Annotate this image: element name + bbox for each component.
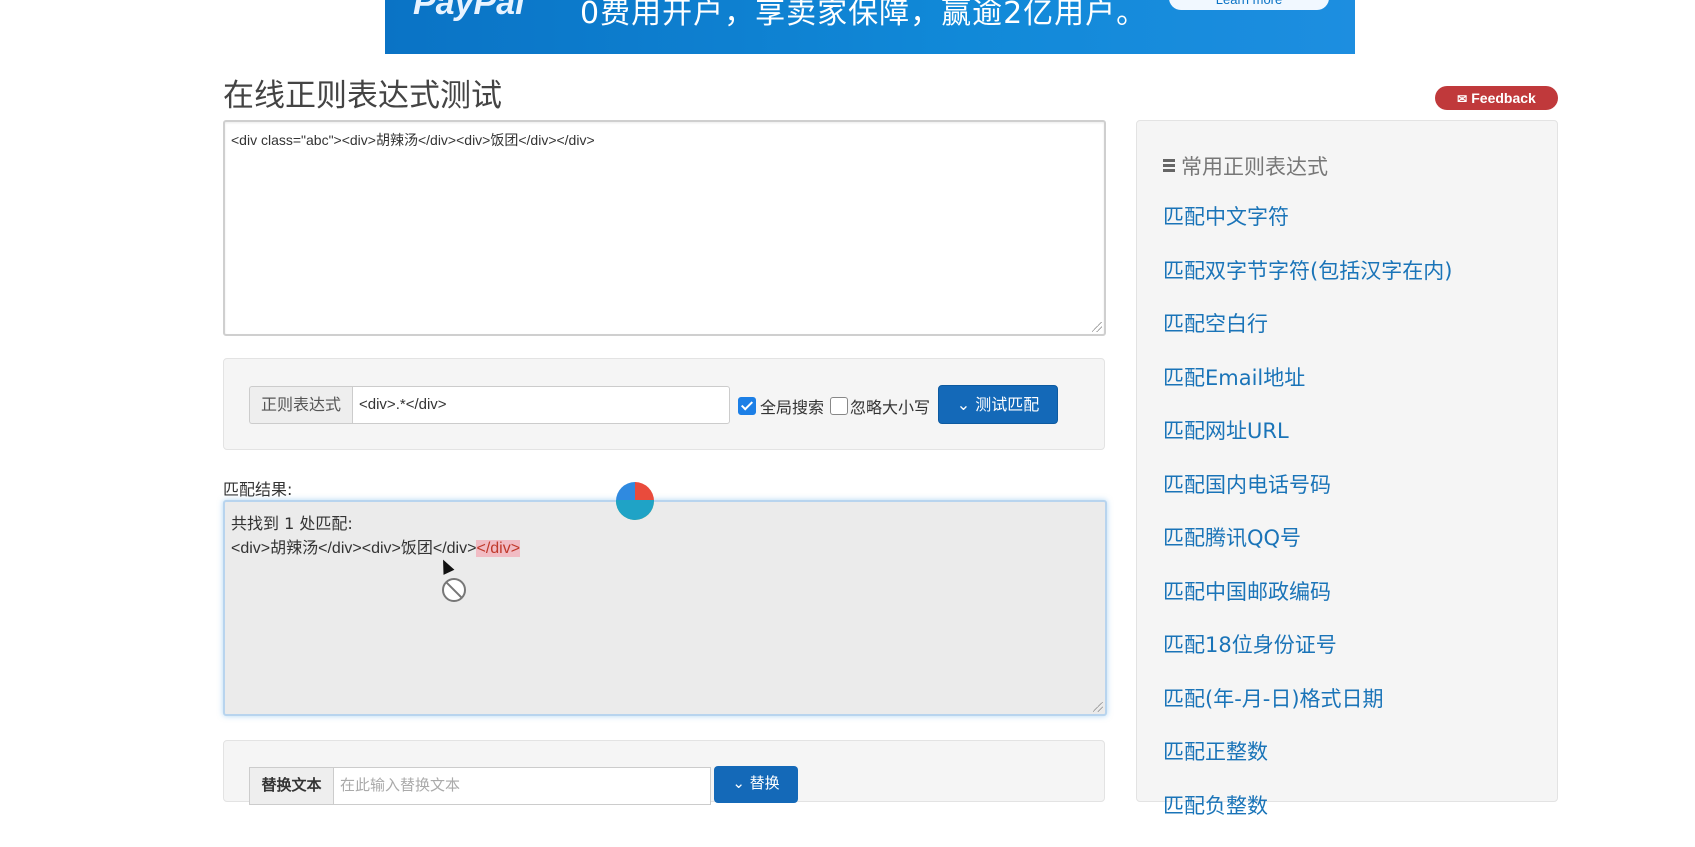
resize-handle[interactable] bbox=[1092, 322, 1102, 332]
ad-banner[interactable]: PayPal 0费用开户，享卖家保障，赢逾2亿用户。 Learn more bbox=[385, 0, 1355, 54]
regex-panel: 正则表达式 <div>.*</div> 全局搜索 忽略大小写 ⌄ 测试匹配 bbox=[223, 358, 1105, 450]
banner-text: 0费用开户，享卖家保障，赢逾2亿用户。 bbox=[580, 0, 1147, 32]
sidebar-item-positive-int[interactable]: 匹配正整数 bbox=[1163, 740, 1452, 794]
sidebar-item-blank-line[interactable]: 匹配空白行 bbox=[1163, 312, 1452, 366]
feedback-label: Feedback bbox=[1471, 90, 1536, 106]
match-highlight: </div> bbox=[476, 540, 520, 557]
sidebar-title-text: 常用正则表达式 bbox=[1181, 155, 1328, 179]
ignore-case-checkbox[interactable] bbox=[830, 397, 848, 415]
resize-handle[interactable] bbox=[1093, 702, 1103, 712]
regex-list: 匹配中文字符 匹配双字节字符(包括汉字在内) 匹配空白行 匹配Email地址 匹… bbox=[1163, 205, 1452, 847]
sidebar-item-email[interactable]: 匹配Email地址 bbox=[1163, 366, 1452, 420]
sidebar-item-url[interactable]: 匹配网址URL bbox=[1163, 419, 1452, 473]
sidebar-item-negative-int[interactable]: 匹配负整数 bbox=[1163, 794, 1452, 847]
source-text: <div class="abc"><div>胡辣汤</div><div>饭团</… bbox=[231, 130, 595, 150]
result-label: 匹配结果: bbox=[223, 476, 292, 500]
chevron-down-icon: ⌄ bbox=[732, 774, 745, 792]
source-text-area[interactable]: <div class="abc"><div>胡辣汤</div><div>饭团</… bbox=[223, 120, 1106, 336]
sidebar-item-double-byte[interactable]: 匹配双字节字符(包括汉字在内) bbox=[1163, 259, 1452, 313]
banner-brand: PayPal bbox=[413, 0, 525, 23]
replace-addon-label: 替换文本 bbox=[249, 767, 333, 805]
not-allowed-icon bbox=[442, 578, 466, 602]
match-result-line: <div>胡辣汤</div><div>饭团</div></div> bbox=[231, 534, 520, 558]
replace-button[interactable]: ⌄ 替换 bbox=[714, 766, 798, 803]
result-area[interactable]: 共找到 1 处匹配: <div>胡辣汤</div><div>饭团</div></… bbox=[223, 500, 1107, 716]
envelope-icon: ✉ bbox=[1457, 87, 1467, 111]
page-title: 在线正则表达式测试 bbox=[223, 70, 502, 115]
sidebar-title: 常用正则表达式 bbox=[1163, 151, 1328, 181]
test-match-label: 测试匹配 bbox=[975, 395, 1039, 414]
match-text: <div>胡辣汤</div><div>饭团</div> bbox=[231, 540, 476, 557]
replace-label: 替换 bbox=[750, 774, 780, 792]
banner-cta-button[interactable]: Learn more bbox=[1169, 0, 1329, 10]
sidebar-item-phone[interactable]: 匹配国内电话号码 bbox=[1163, 473, 1452, 527]
replace-input[interactable]: 在此输入替换文本 bbox=[333, 767, 711, 805]
list-icon bbox=[1163, 159, 1175, 173]
global-search-label: 全局搜索 bbox=[760, 394, 824, 418]
match-count: 共找到 1 处匹配: bbox=[231, 510, 353, 534]
sidebar-item-id-card[interactable]: 匹配18位身份证号 bbox=[1163, 633, 1452, 687]
ignore-case-label: 忽略大小写 bbox=[850, 394, 930, 418]
regex-addon-label: 正则表达式 bbox=[249, 386, 352, 424]
sidebar-item-postcode[interactable]: 匹配中国邮政编码 bbox=[1163, 580, 1452, 634]
test-match-button[interactable]: ⌄ 测试匹配 bbox=[938, 385, 1058, 424]
regex-input[interactable]: <div>.*</div> bbox=[352, 386, 730, 424]
sidebar-item-date[interactable]: 匹配(年-月-日)格式日期 bbox=[1163, 687, 1452, 741]
replace-panel: 替换文本 在此输入替换文本 ⌄ 替换 bbox=[223, 740, 1105, 802]
sidebar-item-chinese[interactable]: 匹配中文字符 bbox=[1163, 205, 1452, 259]
sidebar-item-qq[interactable]: 匹配腾讯QQ号 bbox=[1163, 526, 1452, 580]
loading-spinner-icon bbox=[616, 482, 654, 520]
feedback-button[interactable]: ✉Feedback bbox=[1435, 86, 1558, 110]
global-search-checkbox[interactable] bbox=[738, 397, 756, 415]
chevron-down-icon: ⌄ bbox=[957, 395, 970, 414]
common-regex-sidebar: 常用正则表达式 匹配中文字符 匹配双字节字符(包括汉字在内) 匹配空白行 匹配E… bbox=[1136, 120, 1558, 802]
